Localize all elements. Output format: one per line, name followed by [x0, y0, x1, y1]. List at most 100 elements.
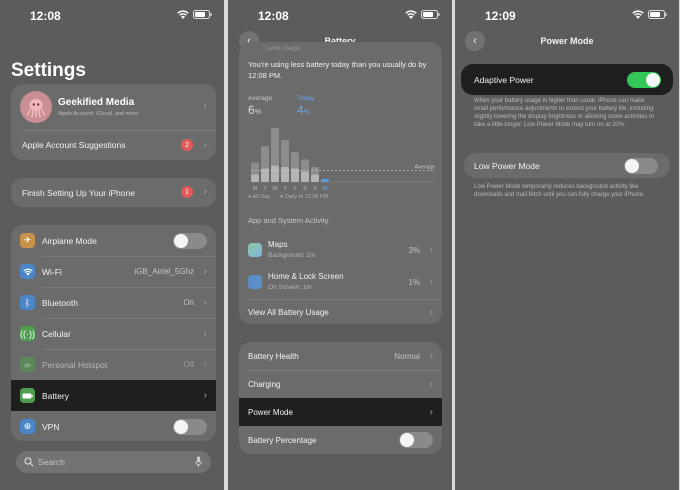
row-label: Bluetooth — [42, 297, 78, 308]
status-time: 12:08 — [258, 9, 289, 23]
search-icon — [24, 457, 34, 467]
status-time: 12:09 — [485, 9, 516, 23]
legend-daily: ● Daily to 12:08 PM — [279, 194, 329, 200]
chart-legend: ● All Day ● Daily to 12:08 PM — [248, 194, 328, 200]
notification-badge: 2 — [181, 139, 193, 151]
app-row-maps[interactable]: Maps Background: 1m 3% › — [239, 235, 442, 265]
bluetooth-icon: ᛒ — [20, 295, 35, 310]
today-label: Today — [297, 95, 315, 102]
chevron-right-icon: › — [203, 297, 207, 308]
profile-card: Geekified Media Apple Account, iCloud, a… — [11, 84, 216, 160]
notification-badge: 1 — [181, 186, 193, 198]
vpn-row[interactable]: ⊕ VPN — [11, 411, 216, 441]
view-all-battery-usage-row[interactable]: View All Battery Usage › — [239, 300, 442, 324]
battery-health-row[interactable]: Battery Health Normal › — [239, 342, 442, 370]
chart-bar-daily — [321, 179, 329, 182]
status-bar: 12:08 — [228, 8, 452, 24]
profile-row[interactable]: Geekified Media Apple Account, iCloud, a… — [11, 84, 216, 130]
chevron-right-icon: › — [203, 101, 207, 112]
row-label: Wi-Fi — [42, 266, 62, 277]
battery-status-icon — [648, 10, 667, 19]
cellular-row[interactable]: ((·)) Cellular › — [11, 318, 216, 349]
app-name: Maps — [268, 240, 288, 249]
app-detail: On Screen: 1m — [268, 284, 312, 291]
view-all-label: View All Battery Usage — [248, 307, 329, 317]
row-label: Apple Account Suggestions — [22, 140, 126, 150]
wifi-network-value: iGB_Airtel_5Ghz — [134, 267, 194, 276]
battery-percentage-row[interactable]: Battery Percentage — [239, 426, 442, 454]
chevron-right-icon: › — [429, 350, 433, 362]
settings-list: ✈ Airplane Mode Wi-Fi iGB_Airtel_5Ghz › … — [11, 225, 216, 441]
battery-percentage-toggle[interactable] — [399, 432, 433, 448]
microphone-icon[interactable] — [195, 456, 202, 468]
maps-icon — [248, 243, 262, 257]
avatar — [20, 91, 52, 123]
airplane-mode-toggle[interactable] — [173, 232, 207, 249]
chart-bar-daily — [251, 174, 259, 182]
usage-message: You're using less battery today than you… — [248, 60, 427, 80]
search-bar[interactable]: Search — [16, 451, 211, 473]
low-power-mode-row[interactable]: Low Power Mode — [464, 153, 670, 178]
hotspot-link-icon: ∞ — [20, 357, 35, 372]
wifi-icon — [177, 10, 189, 19]
page-title: Settings — [11, 60, 86, 81]
personal-hotspot-row[interactable]: ∞ Personal Hotspot Off › — [11, 349, 216, 380]
app-name: Home & Lock Screen — [268, 272, 344, 281]
low-power-mode-description: Low Power Mode temporarily reduces backg… — [474, 184, 645, 198]
adaptive-power-description: When your battery usage is higher than u… — [474, 98, 655, 128]
charging-row[interactable]: Charging › — [239, 370, 442, 398]
chevron-right-icon: › — [203, 266, 207, 277]
chart-tick-label: W — [272, 186, 278, 192]
row-label: Cellular — [42, 328, 71, 339]
airplane-icon: ✈ — [20, 233, 35, 248]
finish-setup-card[interactable]: Finish Setting Up Your iPhone 1 › — [11, 178, 216, 207]
airplane-mode-row[interactable]: ✈ Airplane Mode — [11, 225, 216, 256]
bluetooth-row[interactable]: ᛒ Bluetooth On › — [11, 287, 216, 318]
chart-bar-daily — [271, 165, 279, 182]
row-label: VPN — [42, 421, 60, 432]
adaptive-power-toggle[interactable] — [627, 72, 661, 88]
chevron-right-icon: › — [429, 244, 433, 256]
cellular-antenna-icon: ((·)) — [20, 326, 35, 341]
home-screen-icon — [248, 275, 262, 289]
chevron-right-icon: › — [203, 186, 207, 197]
row-label: Airplane Mode — [42, 235, 97, 246]
wifi-row[interactable]: Wi-Fi iGB_Airtel_5Ghz › — [11, 256, 216, 287]
adaptive-power-label: Adaptive Power — [474, 75, 534, 85]
wifi-icon — [405, 10, 417, 19]
row-label: Charging — [248, 379, 281, 389]
battery-screen: 12:08 ‹ Battery Level Usage You're using… — [228, 0, 452, 490]
finish-setup-label: Finish Setting Up Your iPhone — [22, 188, 135, 198]
chevron-right-icon: › — [429, 306, 433, 318]
chevron-right-icon: › — [203, 328, 207, 339]
chevron-right-icon: › — [203, 359, 207, 370]
hotspot-value: Off — [183, 360, 194, 369]
adaptive-power-row[interactable]: Adaptive Power — [461, 64, 673, 95]
vpn-toggle[interactable] — [173, 418, 207, 435]
battery-health-value: Normal — [394, 351, 420, 361]
chevron-right-icon: › — [429, 378, 433, 390]
chevron-right-icon: › — [429, 406, 433, 418]
app-row-home-lock-screen[interactable]: Home & Lock Screen On Screen: 1m 1% › — [239, 267, 442, 297]
app-detail: Background: 1m — [268, 252, 316, 259]
row-label: Personal Hotspot — [42, 359, 108, 370]
power-mode-row[interactable]: Power Mode › — [239, 398, 442, 426]
row-label: Battery — [42, 390, 69, 401]
settings-screen: 12:08 Settings Geekified Media Apple Acc… — [0, 0, 224, 490]
search-placeholder: Search — [38, 457, 65, 467]
row-label: Power Mode — [248, 407, 293, 417]
battery-icon — [20, 388, 35, 403]
wifi-icon — [632, 10, 644, 19]
battery-status-icon — [421, 10, 440, 19]
battery-row[interactable]: Battery › — [11, 380, 216, 411]
low-power-mode-toggle[interactable] — [624, 158, 658, 174]
status-bar: 12:08 — [0, 8, 224, 24]
power-mode-screen: 12:09 ‹ Power Mode Adaptive Power When y… — [455, 0, 679, 490]
profile-subtitle: Apple Account, iCloud, and more — [58, 111, 139, 117]
chevron-right-icon: › — [203, 139, 207, 151]
low-power-mode-label: Low Power Mode — [474, 161, 540, 171]
chart-tick-label: T — [283, 186, 287, 192]
average-label: Average — [248, 95, 273, 102]
apple-account-suggestions-row[interactable]: Apple Account Suggestions 2 › — [11, 130, 216, 160]
chart-bar-daily — [301, 171, 309, 182]
